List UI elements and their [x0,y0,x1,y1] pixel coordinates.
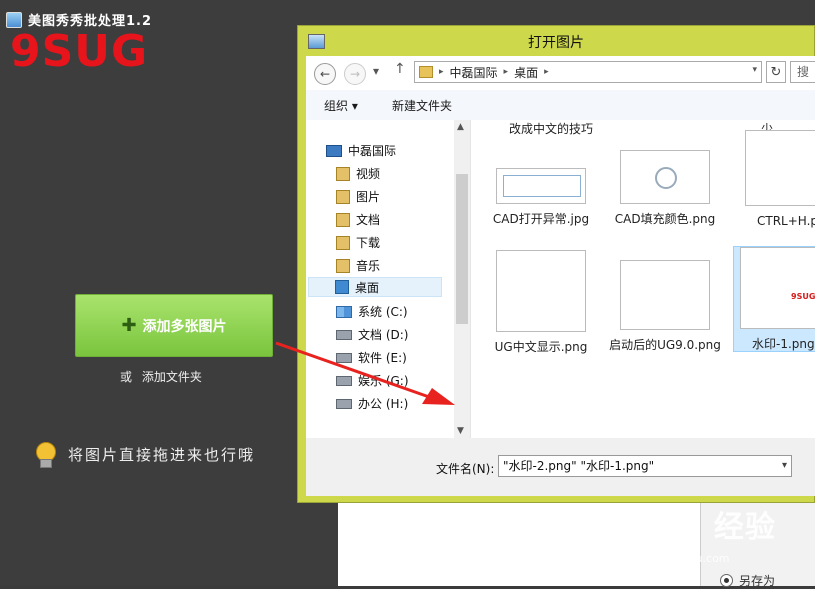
dialog-title-bar: 打开图片 [298,26,814,56]
sidebar-item-drive-g[interactable]: 娱乐 (G:) [336,372,409,389]
folder-icon [419,66,433,78]
save-as-label: 另存为 [739,574,776,588]
scroll-up-icon[interactable]: ▲ [457,122,464,132]
library-icon [336,166,350,181]
drag-hint-text: 将图片直接拖进来也行哦 [68,445,256,464]
sidebar-item-drive-h[interactable]: 办公 (H:) [336,395,408,412]
open-image-dialog: 打开图片 ← → ▾ ↑ ▸ 中磊国际 ▸ 桌面 ▸ ▾ ↻ 搜 组织 ▾ 新建… [297,25,815,503]
refresh-icon[interactable]: ↻ [766,61,786,83]
chevron-down-icon[interactable]: ▾ [782,456,787,476]
watermark-url: jingyan.baidu.com [628,552,730,565]
sidebar-scrollbar[interactable]: ▲ ▼ [454,120,470,438]
sidebar-item-desktop[interactable]: 桌面 [308,277,442,297]
forward-icon[interactable]: → [344,63,366,85]
breadcrumb-computer[interactable]: 中磊国际 [450,64,498,81]
file-name-label: 文件名(N): [436,462,495,476]
image-thumbnail [620,150,710,204]
image-thumbnail [496,168,586,204]
file-tile-ug9-startup[interactable]: 启动后的UG9.0.png [607,260,723,354]
breadcrumb-desktop[interactable]: 桌面 [514,64,538,81]
address-bar[interactable]: ▸ 中磊国际 ▸ 桌面 ▸ ▾ [414,61,762,83]
sidebar-item-documents[interactable]: 文档 [336,211,380,228]
back-icon[interactable]: ← [314,63,336,85]
save-as-option[interactable]: 另存为 [720,572,775,589]
computer-icon [326,144,342,157]
drive-icon [336,375,352,386]
chevron-right-icon[interactable]: ▸ [544,67,549,77]
navigation-bar: ← → ▾ ↑ ▸ 中磊国际 ▸ 桌面 ▸ ▾ ↻ 搜 [306,56,815,90]
sidebar-item-pictures[interactable]: 图片 [336,188,380,205]
add-folder-row: 或 添加文件夹 [120,368,202,385]
add-images-label: 添加多张图片 [142,318,227,335]
chevron-right-icon[interactable]: ▸ [439,67,444,77]
sidebar-item-computer[interactable]: 中磊国际 [326,142,396,159]
save-as-radio[interactable] [720,574,733,587]
file-tile-ug-chinese[interactable]: UG中文显示.png [483,250,599,356]
image-thumbnail [620,260,710,330]
chevron-down-icon[interactable]: ▾ [752,65,757,75]
plus-icon: ✚ [121,315,137,336]
scrollbar-thumb[interactable] [456,174,468,324]
file-tile-cad-fill-color[interactable]: CAD填充颜色.png [607,150,723,228]
or-text: 或 [120,370,133,384]
lightbulb-icon [32,440,58,468]
navigation-pane: 中磊国际 视频 图片 文档 下载 音乐 桌面 系统 (C:) 文档 (D:) 软… [306,120,471,438]
chevron-right-icon[interactable]: ▸ [504,67,509,77]
image-thumbnail [496,250,586,332]
scroll-down-icon[interactable]: ▼ [457,426,464,436]
baidu-watermark: Bai 经验 [612,510,776,545]
file-name-panel: 文件名(N): "水印-2.png" "水印-1.png" ▾ [306,438,815,496]
add-images-button[interactable]: ✚ 添加多张图片 [75,294,273,357]
file-tile-ctrl-h[interactable]: CTRL+H.pn [735,130,815,230]
sidebar-item-drive-e[interactable]: 软件 (E:) [336,349,407,366]
sidebar-item-downloads[interactable]: 下载 [336,234,380,251]
library-icon [336,189,350,204]
library-icon [336,235,350,250]
drive-icon [336,329,352,340]
recent-dropdown-icon[interactable]: ▾ [373,64,379,78]
file-list: 改成中文的技巧 少 CAD打开异常.jpg CAD填充颜色.png CTRL+H… [471,120,815,438]
library-icon [336,212,350,227]
add-folder-link[interactable]: 添加文件夹 [142,370,202,384]
new-folder-button[interactable]: 新建文件夹 [392,97,452,114]
file-name-field[interactable]: "水印-2.png" "水印-1.png" ▾ [498,455,792,477]
drag-hint: 将图片直接拖进来也行哦 [32,440,255,468]
library-icon [336,258,350,273]
desktop-icon [335,280,349,294]
windows-drive-icon [336,305,352,318]
sidebar-item-drive-d[interactable]: 文档 (D:) [336,326,408,343]
dialog-toolbar: 组织 ▾ 新建文件夹 [306,90,815,121]
dialog-title: 打开图片 [528,35,584,51]
sidebar-item-videos[interactable]: 视频 [336,165,380,182]
drive-icon [336,398,352,409]
dialog-body: ← → ▾ ↑ ▸ 中磊国际 ▸ 桌面 ▸ ▾ ↻ 搜 组织 ▾ 新建文件夹 中… [306,56,815,496]
image-thumbnail: 9SUG [740,247,815,329]
drive-icon [336,352,352,363]
file-tile-tips[interactable]: 改成中文的技巧 [493,120,609,138]
search-input[interactable]: 搜 [790,61,815,83]
organize-menu[interactable]: 组织 ▾ [324,97,358,114]
logo: 9SUG [10,26,149,77]
file-tile-cad-open-error[interactable]: CAD打开异常.jpg [483,168,599,228]
sidebar-item-drive-c[interactable]: 系统 (C:) [336,303,408,320]
file-tile-watermark-1[interactable]: 9SUG 水印-1.png [733,246,815,352]
image-thumbnail [745,130,815,206]
up-arrow-icon[interactable]: ↑ [394,61,406,77]
sidebar-item-music[interactable]: 音乐 [336,257,380,274]
